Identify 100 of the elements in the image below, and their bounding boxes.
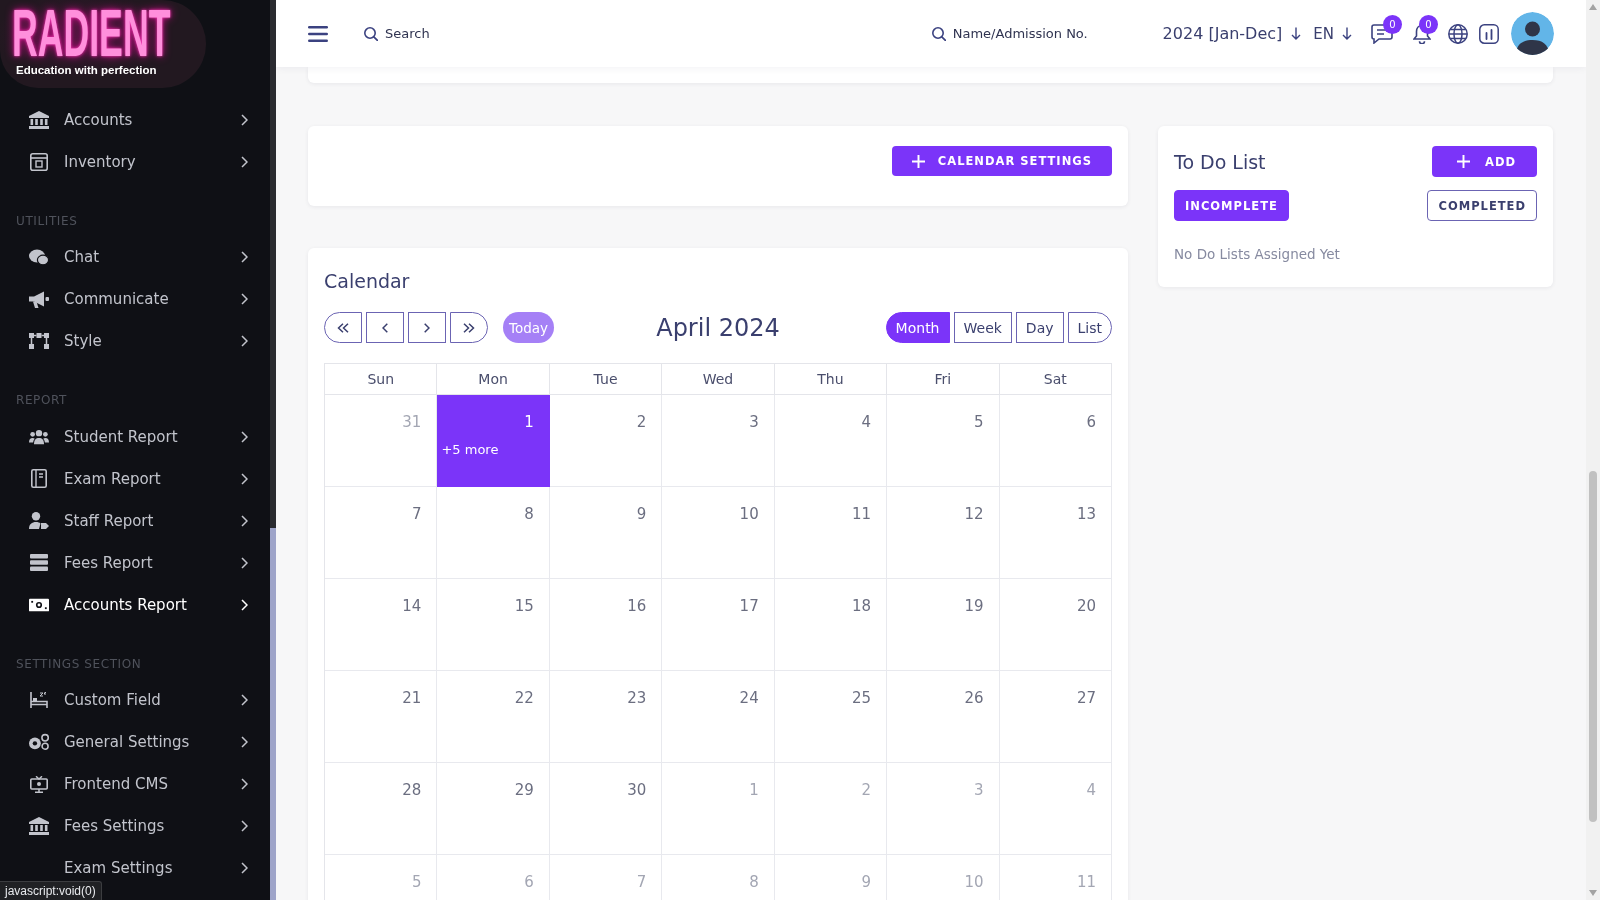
plus-icon xyxy=(911,154,925,168)
filter-tab[interactable]: COMPLETED xyxy=(1427,190,1537,221)
chevron-right-icon xyxy=(241,778,248,791)
section-heading: SETTINGS SECTION xyxy=(15,655,142,673)
arrow-down-icon xyxy=(1291,27,1302,40)
month-title: April 2024 xyxy=(656,313,780,342)
sidebar-item[interactable]: Style xyxy=(0,320,270,363)
day-number: 22 xyxy=(514,689,534,707)
sidebar-item[interactable]: Frontend CMS xyxy=(0,763,270,806)
chevron-right-icon xyxy=(241,862,248,875)
weekday-label: Fri xyxy=(934,371,952,387)
sidebar-item[interactable]: General Settings xyxy=(0,721,270,764)
day-number: 1 xyxy=(749,781,759,799)
weekday-label: Sun xyxy=(367,371,395,387)
day-number: 6 xyxy=(1086,413,1096,431)
bank-icon xyxy=(29,817,49,836)
add-button[interactable]: ADD xyxy=(1432,146,1537,177)
user-avatar[interactable] xyxy=(1511,12,1554,55)
day-number: 8 xyxy=(524,505,534,523)
weekday-label: Thu xyxy=(817,371,844,387)
day-number: 12 xyxy=(964,505,984,523)
logo-wordmark: RADIENT xyxy=(12,8,171,58)
calendar-settings-button[interactable]: CALENDAR SETTINGS xyxy=(891,146,1112,176)
sidebar-item[interactable]: Chat xyxy=(0,236,270,279)
monitor-icon xyxy=(30,775,48,793)
student-search-field[interactable]: Name/Admission No. xyxy=(952,24,1106,43)
day-number: 13 xyxy=(1076,505,1096,523)
megaphone-icon xyxy=(29,290,49,308)
more-events-link[interactable]: +5 more xyxy=(441,442,499,457)
section-heading: REPORT xyxy=(15,392,67,410)
day-number: 6 xyxy=(524,873,534,891)
status-tooltip: javascript:void(0) xyxy=(0,881,102,900)
filter-tab[interactable]: INCOMPLETE xyxy=(1174,190,1289,221)
prev-year-button[interactable] xyxy=(324,312,362,343)
user-tag-icon xyxy=(29,512,49,530)
day-number: 23 xyxy=(627,689,647,707)
weekday-label: Wed xyxy=(702,371,734,387)
view-tab[interactable]: Week xyxy=(953,312,1012,343)
weekday-label: Mon xyxy=(478,371,508,387)
session-dropdown[interactable]: 2024 [Jan-Dec] xyxy=(1162,24,1302,43)
sidebar-item[interactable]: Staff Report xyxy=(0,499,270,542)
day-number: 21 xyxy=(402,689,422,707)
chevron-right-icon xyxy=(241,736,248,749)
sidebar-item[interactable]: Fees Report xyxy=(0,541,270,584)
chevron-right-icon xyxy=(241,293,248,306)
sidebar-item[interactable]: Student Report xyxy=(0,415,270,458)
weekday-label: Tue xyxy=(593,371,618,387)
chevron-right-icon xyxy=(241,598,248,611)
chevron-right-icon xyxy=(241,251,248,264)
day-number: 31 xyxy=(402,413,422,431)
day-number: 28 xyxy=(402,781,422,799)
day-number: 5 xyxy=(411,873,422,891)
search-icon xyxy=(364,26,378,41)
day-number: 25 xyxy=(852,689,872,707)
day-number: 16 xyxy=(627,597,647,615)
chevron-right-icon xyxy=(241,430,248,443)
day-number: 17 xyxy=(739,597,759,615)
day-number: 9 xyxy=(861,873,872,891)
chevron-right-icon xyxy=(241,155,248,168)
sidebar-item[interactable]: Inventory xyxy=(0,140,270,183)
day-number: 24 xyxy=(739,689,759,707)
notebook-icon xyxy=(31,469,47,489)
day-number: 11 xyxy=(1076,873,1096,891)
double-chevron-left-icon xyxy=(337,322,349,333)
chat-bubbles-icon xyxy=(29,248,49,266)
day-number: 1 xyxy=(524,413,534,431)
card-title: To Do List xyxy=(1174,150,1266,173)
prev-button[interactable] xyxy=(366,312,404,343)
weekday-label: Sat xyxy=(1043,371,1067,387)
calendar-box-icon xyxy=(30,152,48,171)
search-field[interactable]: Search xyxy=(385,24,439,43)
day-number: 3 xyxy=(974,781,984,799)
nodes-icon xyxy=(29,333,49,350)
next-button[interactable] xyxy=(408,312,446,343)
logo-tagline: Education with perfection xyxy=(16,63,157,77)
sidebar-item[interactable]: Accounts xyxy=(0,98,270,141)
sidebar-item[interactable]: Fees Settings xyxy=(0,805,270,848)
day-number: 30 xyxy=(627,781,647,799)
scrollbar-thumb[interactable] xyxy=(270,528,276,900)
view-tab[interactable]: List xyxy=(1067,312,1112,343)
day-number: 18 xyxy=(852,597,872,615)
day-number: 7 xyxy=(636,873,647,891)
day-number: 29 xyxy=(514,781,534,799)
sidebar-item[interactable]: Custom Field xyxy=(0,679,270,722)
sidebar-item[interactable]: Accounts Report xyxy=(0,583,270,626)
view-tab[interactable]: Day xyxy=(1015,312,1064,343)
view-tab[interactable]: Month xyxy=(885,312,950,343)
day-number: 4 xyxy=(861,413,872,431)
day-number: 14 xyxy=(402,597,422,615)
sidebar-item[interactable]: Communicate xyxy=(0,278,270,321)
globe-icon[interactable] xyxy=(1448,23,1468,44)
day-number: 20 xyxy=(1076,597,1096,615)
chevron-right-icon xyxy=(241,514,248,527)
scrollbar-thumb[interactable] xyxy=(1589,471,1597,822)
sidebar-item[interactable]: Exam Report xyxy=(0,457,270,500)
gears-icon xyxy=(29,733,49,752)
next-year-button[interactable] xyxy=(450,312,488,343)
chart-icon[interactable] xyxy=(1479,23,1499,44)
menu-icon[interactable] xyxy=(308,25,328,42)
language-dropdown[interactable]: EN xyxy=(1313,24,1352,43)
